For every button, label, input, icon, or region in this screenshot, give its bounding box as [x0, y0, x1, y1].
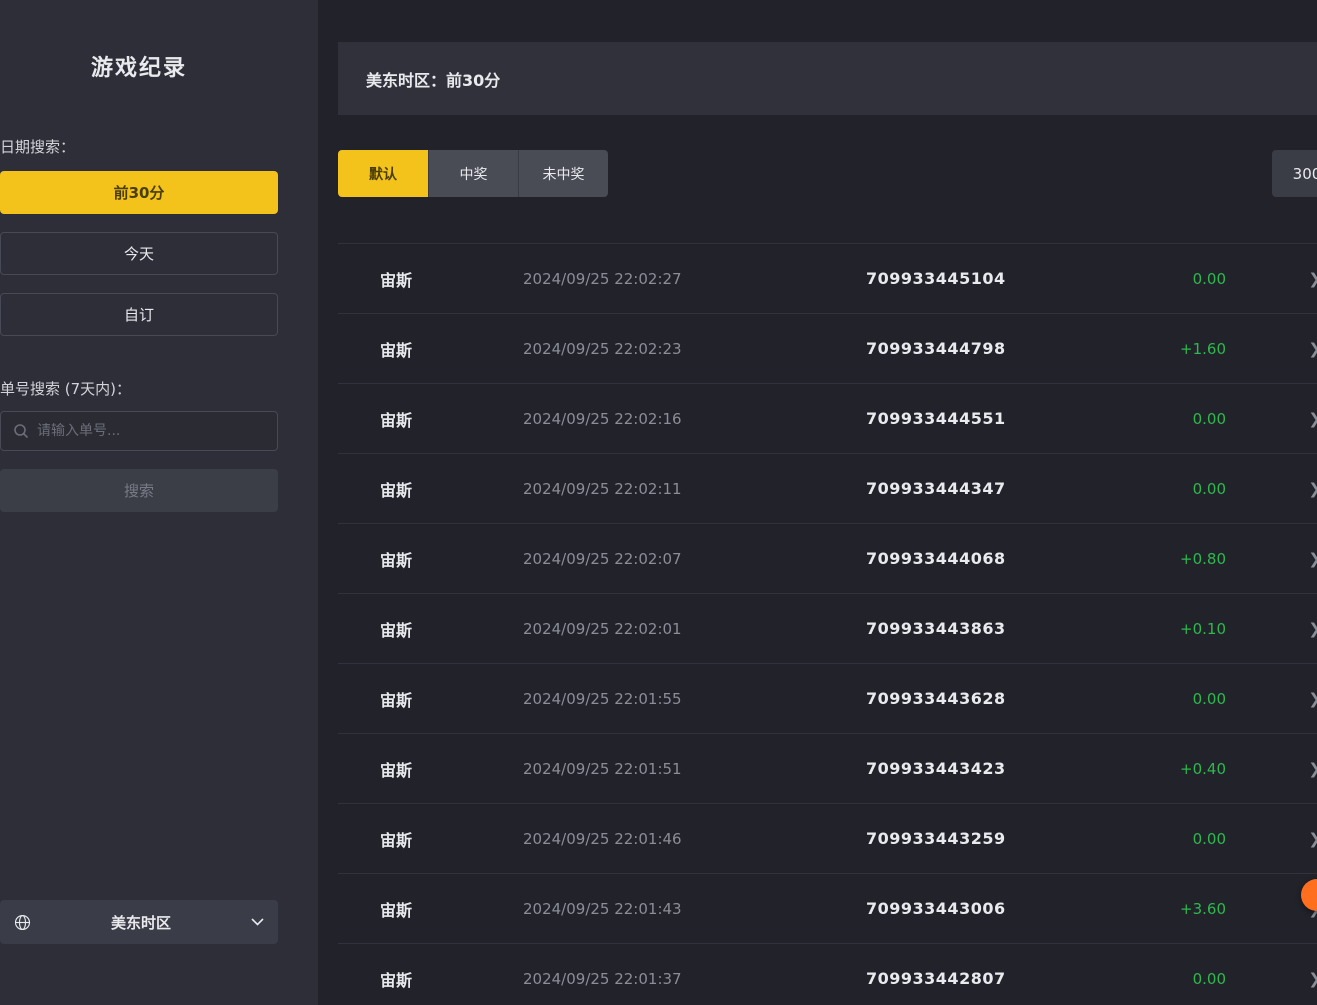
record-time: 2024/09/25 22:02:11: [523, 480, 866, 498]
game-name: 宙斯: [380, 407, 523, 431]
sidebar: 游戏纪录 日期搜索： 前30分 今天 自订 单号搜索 (7天内)： 搜索: [0, 0, 318, 1005]
amount-value: +3.60: [1116, 900, 1226, 918]
order-search-label: 单号搜索 (7天内)：: [0, 378, 278, 399]
amount-value: 0.00: [1116, 270, 1226, 288]
record-time: 2024/09/25 22:02:01: [523, 620, 866, 638]
order-number: 709933444068: [866, 549, 1116, 568]
amount-value: 0.00: [1116, 970, 1226, 988]
main-content: 美东时区：前30分 默认中奖未中奖 300 宙斯 2024/09/25 22:0…: [318, 0, 1317, 1005]
globe-icon: [14, 914, 31, 931]
app-window: 游戏纪录 日期搜索： 前30分 今天 自订 单号搜索 (7天内)： 搜索: [0, 0, 1317, 1005]
today-button[interactable]: 今天: [0, 232, 278, 275]
order-number: 709933445104: [866, 269, 1116, 288]
record-time: 2024/09/25 22:02:16: [523, 410, 866, 428]
record-time: 2024/09/25 22:02:07: [523, 550, 866, 568]
record-time: 2024/09/25 22:01:46: [523, 830, 866, 848]
chevron-right-icon: ❯: [1308, 970, 1317, 988]
table-row[interactable]: 宙斯 2024/09/25 22:01:46 709933443259 0.00…: [338, 804, 1317, 874]
amount-value: 0.00: [1116, 480, 1226, 498]
amount-value: 0.00: [1116, 830, 1226, 848]
page-title: 游戏纪录: [0, 0, 278, 82]
context-header-text: 美东时区：前30分: [366, 67, 500, 91]
chevron-down-icon: [251, 918, 264, 926]
page-size-selector[interactable]: 300: [1272, 150, 1317, 197]
record-time: 2024/09/25 22:02:23: [523, 340, 866, 358]
order-number: 709933444798: [866, 339, 1116, 358]
chevron-right-icon: ❯: [1308, 830, 1317, 848]
game-name: 宙斯: [380, 967, 523, 991]
game-name: 宙斯: [380, 477, 523, 501]
search-icon: [13, 423, 29, 439]
records-table: 宙斯 2024/09/25 22:02:27 709933445104 0.00…: [338, 243, 1317, 1005]
order-number: 709933444551: [866, 409, 1116, 428]
filter-row: 默认中奖未中奖 300: [338, 150, 1317, 197]
table-row[interactable]: 宙斯 2024/09/25 22:02:01 709933443863 +0.1…: [338, 594, 1317, 664]
game-name: 宙斯: [380, 337, 523, 361]
table-row[interactable]: 宙斯 2024/09/25 22:01:37 709933442807 0.00…: [338, 944, 1317, 1005]
table-row[interactable]: 宙斯 2024/09/25 22:02:07 709933444068 +0.8…: [338, 524, 1317, 594]
table-row[interactable]: 宙斯 2024/09/25 22:01:51 709933443423 +0.4…: [338, 734, 1317, 804]
game-name: 宙斯: [380, 547, 523, 571]
game-name: 宙斯: [380, 897, 523, 921]
timezone-label: 美东时区: [31, 912, 251, 933]
record-time: 2024/09/25 22:01:43: [523, 900, 866, 918]
table-row[interactable]: 宙斯 2024/09/25 22:01:55 709933443628 0.00…: [338, 664, 1317, 734]
filter-tab[interactable]: 默认: [338, 150, 428, 197]
order-number: 709933444347: [866, 479, 1116, 498]
chevron-right-icon: ❯: [1308, 690, 1317, 708]
filter-tab[interactable]: 未中奖: [518, 150, 608, 197]
table-row[interactable]: 宙斯 2024/09/25 22:02:27 709933445104 0.00…: [338, 244, 1317, 314]
chevron-right-icon: ❯: [1308, 340, 1317, 358]
record-time: 2024/09/25 22:01:37: [523, 970, 866, 988]
amount-value: +0.80: [1116, 550, 1226, 568]
table-row[interactable]: 宙斯 2024/09/25 22:01:43 709933443006 +3.6…: [338, 874, 1317, 944]
date-search-label: 日期搜索：: [0, 136, 278, 157]
amount-value: +0.10: [1116, 620, 1226, 638]
last30min-button[interactable]: 前30分: [0, 171, 278, 214]
order-number: 709933443006: [866, 899, 1116, 918]
amount-value: 0.00: [1116, 410, 1226, 428]
record-time: 2024/09/25 22:01:55: [523, 690, 866, 708]
custom-date-button[interactable]: 自订: [0, 293, 278, 336]
context-header: 美东时区：前30分: [338, 42, 1317, 115]
game-name: 宙斯: [380, 267, 523, 291]
filter-tab[interactable]: 中奖: [428, 150, 518, 197]
order-number: 709933443259: [866, 829, 1116, 848]
order-number: 709933443863: [866, 619, 1116, 638]
search-button[interactable]: 搜索: [0, 469, 278, 512]
game-name: 宙斯: [380, 757, 523, 781]
chevron-right-icon: ❯: [1308, 550, 1317, 568]
timezone-selector[interactable]: 美东时区: [0, 900, 278, 944]
order-number: 709933443423: [866, 759, 1116, 778]
game-name: 宙斯: [380, 617, 523, 641]
order-number: 709933443628: [866, 689, 1116, 708]
chevron-right-icon: ❯: [1308, 620, 1317, 638]
record-time: 2024/09/25 22:02:27: [523, 270, 866, 288]
order-search-box: [0, 411, 278, 451]
game-name: 宙斯: [380, 687, 523, 711]
order-search-input[interactable]: [37, 423, 265, 439]
order-number: 709933442807: [866, 969, 1116, 988]
amount-value: +1.60: [1116, 340, 1226, 358]
amount-value: +0.40: [1116, 760, 1226, 778]
chevron-right-icon: ❯: [1308, 480, 1317, 498]
table-row[interactable]: 宙斯 2024/09/25 22:02:23 709933444798 +1.6…: [338, 314, 1317, 384]
tabs: 默认中奖未中奖: [338, 150, 608, 197]
chevron-right-icon: ❯: [1308, 760, 1317, 778]
table-row[interactable]: 宙斯 2024/09/25 22:02:11 709933444347 0.00…: [338, 454, 1317, 524]
game-name: 宙斯: [380, 827, 523, 851]
record-time: 2024/09/25 22:01:51: [523, 760, 866, 778]
amount-value: 0.00: [1116, 690, 1226, 708]
chevron-right-icon: ❯: [1308, 270, 1317, 288]
table-row[interactable]: 宙斯 2024/09/25 22:02:16 709933444551 0.00…: [338, 384, 1317, 454]
chevron-right-icon: ❯: [1308, 410, 1317, 428]
